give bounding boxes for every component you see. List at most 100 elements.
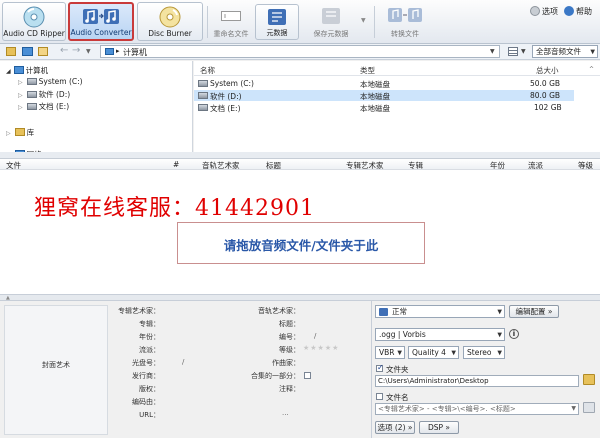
computer-view-icon[interactable] (22, 47, 33, 56)
main-toolbar: Audio CD Ripper Audio Converter Disc Bur… (0, 0, 600, 44)
help-label: 帮助 (576, 7, 592, 16)
back-arrow-icon[interactable]: ← (60, 45, 68, 56)
column-header-album[interactable]: 专辑 (408, 160, 423, 171)
quality-preset-select[interactable]: 正常 ▼ (375, 305, 505, 318)
rating-stars-icon[interactable]: ★★★★★ (303, 344, 339, 352)
file-size: 102 GB (534, 103, 562, 112)
rename-icon (221, 11, 241, 21)
disc-number-label: 光盘号： (132, 359, 160, 367)
collapse-arrow-icon: ▷ (6, 130, 11, 137)
column-header-genre[interactable]: 流派 (528, 160, 543, 171)
view-mode-dropdown-icon[interactable]: ▼ (521, 48, 526, 55)
output-folder-field[interactable]: C:\Users\Administrator\Desktop (375, 375, 579, 387)
column-header-size[interactable]: 总大小 (536, 65, 559, 76)
chevron-down-icon: ▼ (590, 48, 595, 55)
publisher-label: 发行商： (132, 372, 160, 380)
filename-pattern-checkbox[interactable] (376, 393, 383, 400)
tree-item-drive[interactable]: ▷ 软件 (D:) (18, 89, 70, 100)
output-folder-label: 文件夹 (386, 365, 409, 374)
address-bar-row: ← → ▼ ▸ 计算机 ▼ ▼ 全部音频文件 ▼ (0, 44, 600, 60)
folder-tree[interactable]: ◢计算机 ▷System (C:) ▷软件 (D:) ▷文档 (E:) ▷库 ▷… (0, 61, 193, 152)
save-metadata-button[interactable]: 保存元数据 (302, 4, 360, 40)
view-mode-icon[interactable] (508, 47, 518, 56)
tree-item-library[interactable]: ▷ 库 (6, 127, 34, 138)
file-row-selected[interactable]: 软件 (D:) 本地磁盘 80.0 GB (194, 90, 574, 101)
audio-converter-button[interactable]: Audio Converter (68, 2, 134, 41)
column-header-rating[interactable]: 等级 (578, 160, 593, 171)
chevron-down-icon: ▼ (497, 331, 502, 338)
channels-select[interactable]: Stereo ▼ (463, 346, 505, 359)
expand-arrow-icon: ◢ (6, 68, 11, 75)
rename-files-button[interactable]: 重命名文件 (209, 4, 253, 40)
url-label: URL： (139, 411, 160, 419)
file-row[interactable]: System (C:) 本地磁盘 50.0 GB (194, 78, 574, 89)
tree-item-computer[interactable]: ◢ 计算机 (6, 65, 48, 76)
drive-icon (26, 78, 37, 85)
column-header-name[interactable]: 名称 (200, 65, 215, 76)
address-dropdown-icon[interactable]: ▼ (490, 48, 495, 55)
format-info-icon[interactable]: i (509, 329, 519, 339)
options-button[interactable]: 选项 (2) » (375, 421, 415, 434)
dsp-button[interactable]: DSP » (419, 421, 459, 434)
tree-item-drive[interactable]: ▷ System (C:) (18, 77, 83, 86)
cd-icon (23, 6, 45, 28)
output-format-select[interactable]: .ogg | Vorbis ▼ (375, 328, 505, 341)
filename-tag-picker-icon[interactable] (583, 402, 595, 413)
metadata-icon (268, 9, 286, 25)
drop-hint-text: 请拖放音频文件/文件夹于此 (223, 238, 379, 253)
file-name: System (C:) (210, 79, 254, 88)
cover-art-box[interactable]: 封面艺术 (4, 305, 108, 435)
quality-select[interactable]: Quality 4 ▼ (408, 346, 459, 359)
column-header-type[interactable]: 类型 (360, 65, 375, 76)
history-dropdown-icon[interactable]: ▼ (86, 48, 91, 55)
drive-icon (26, 103, 37, 110)
file-row[interactable]: 文档 (E:) 本地磁盘 102 GB (194, 102, 574, 113)
quality-preset-value: 正常 (392, 307, 407, 316)
url-more-dots[interactable]: ... (282, 409, 289, 417)
disc-burner-button[interactable]: Disc Burner (137, 2, 203, 41)
forward-arrow-icon[interactable]: → (72, 45, 80, 56)
browse-folder-icon[interactable] (583, 374, 595, 385)
genre-label: 流派： (139, 346, 160, 354)
tree-item-label: 库 (26, 128, 35, 137)
save-metadata-dropdown[interactable]: ▼ (360, 4, 370, 40)
preset-icon (379, 308, 388, 316)
output-folder-checkbox[interactable] (376, 363, 384, 372)
drive-icon (198, 80, 208, 87)
composer-label: 作曲家： (272, 359, 300, 367)
filename-pattern-field[interactable]: <专辑艺术家> - <专辑>\<编号>. <标题> ▼ (375, 403, 579, 415)
convert-files-button[interactable]: 转换文件 (380, 4, 430, 40)
options-menu[interactable]: 选项 (530, 6, 558, 17)
chevron-down-icon: ▼ (397, 349, 402, 356)
edit-config-button[interactable]: 编辑配置 » (509, 305, 559, 318)
folder-view-icon[interactable] (6, 47, 16, 56)
metadata-button[interactable]: 元数据 (255, 4, 299, 40)
column-header-track-artist[interactable]: 音轨艺术家 (202, 160, 240, 171)
bitrate-mode-select[interactable]: VBR ▼ (375, 346, 405, 359)
column-header-file[interactable]: 文件 (6, 160, 21, 171)
convert-icon (388, 8, 422, 22)
address-field[interactable]: ▸ 计算机 (100, 45, 500, 58)
column-header-title[interactable]: 标题 (266, 160, 281, 171)
audio-cd-ripper-button[interactable]: Audio CD Ripper (2, 2, 66, 41)
file-list[interactable]: 名称 类型 总大小 ^ System (C:) 本地磁盘 50.0 GB 软件 … (194, 61, 600, 152)
column-header-number[interactable]: # (173, 160, 179, 169)
track-artist-label: 音轨艺术家： (258, 307, 300, 315)
save-metadata-label: 保存元数据 (313, 30, 349, 38)
compilation-checkbox[interactable] (304, 372, 311, 379)
folder-up-icon[interactable] (38, 47, 48, 56)
column-header-year[interactable]: 年份 (490, 160, 505, 171)
file-filter-select[interactable]: 全部音频文件 ▼ (532, 45, 598, 58)
watermark-text: 狸窝在线客服：41442901 (34, 196, 315, 221)
gear-icon (530, 6, 540, 16)
panel-splitter[interactable]: ▲ (0, 294, 600, 301)
rating-label: 等级： (279, 346, 300, 354)
disc-burner-label: Disc Burner (148, 29, 192, 38)
column-header-album-artist[interactable]: 专辑艺术家 (346, 160, 384, 171)
encoded-by-label: 编码由： (132, 398, 160, 406)
tree-item-drive[interactable]: ▷ 文档 (E:) (18, 101, 69, 112)
drop-zone[interactable]: 请拖放音频文件/文件夹于此 (177, 222, 425, 264)
help-menu[interactable]: 帮助 (564, 6, 592, 17)
file-list-header: 名称 类型 总大小 ^ (194, 64, 600, 76)
metadata-panel: 封面艺术 专辑艺术家： 专辑： 年份： 流派： 光盘号： / 发行商： 版权： … (0, 301, 370, 438)
